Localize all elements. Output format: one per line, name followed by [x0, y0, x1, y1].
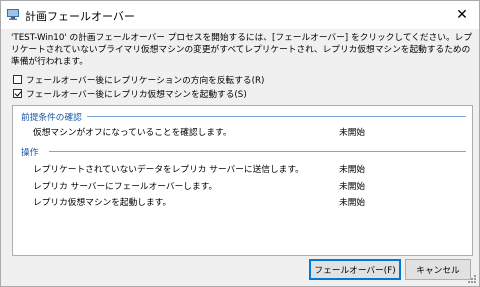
start-replica-option[interactable]: フェールオーバー後にレプリカ仮想マシンを起動する(S)	[13, 87, 247, 100]
reverse-replication-checkbox[interactable]	[13, 74, 22, 84]
resize-grip-icon[interactable]	[467, 274, 477, 284]
action-status-failover: 未開始	[339, 182, 366, 192]
action-item-failover: レプリカ サーバーにフェールオーバーします。	[33, 182, 218, 192]
prereq-status-vm-off: 未開始	[339, 128, 366, 138]
cancel-button[interactable]: キャンセル	[405, 259, 471, 280]
section-title-prerequisites: 前提条件の確認	[21, 113, 82, 123]
reverse-replication-option[interactable]: フェールオーバー後にレプリケーションの方向を反転する(R)	[13, 73, 265, 86]
close-icon: ✕	[456, 7, 468, 23]
progress-panel: 前提条件の確認 仮想マシンがオフになっていることを確認します。 未開始 操作 レ…	[12, 105, 473, 256]
start-replica-label: フェールオーバー後にレプリカ仮想マシンを起動する(S)	[26, 89, 247, 100]
start-replica-checkbox[interactable]	[13, 88, 22, 98]
close-button[interactable]: ✕	[445, 1, 479, 29]
action-item-start-vm: レプリカ仮想マシンを起動します。	[33, 198, 172, 208]
failover-dialog: 計画フェールオーバー ✕ 'TEST-Win10' の計画フェールオーバー プロ…	[0, 0, 480, 287]
prereq-item-vm-off: 仮想マシンがオフになっていることを確認します。	[33, 128, 232, 138]
hyperv-vm-icon	[7, 9, 19, 20]
action-status-start-vm: 未開始	[339, 198, 366, 208]
section-title-actions: 操作	[21, 148, 39, 158]
action-item-send-data: レプリケートされていないデータをレプリカ サーバーに送信します。	[33, 165, 304, 175]
section-divider	[87, 116, 466, 117]
title-bar: 計画フェールオーバー ✕	[1, 1, 479, 29]
action-status-send-data: 未開始	[339, 165, 366, 175]
reverse-replication-label: フェールオーバー後にレプリケーションの方向を反転する(R)	[26, 75, 265, 86]
failover-button[interactable]: フェールオーバー(F)	[309, 259, 401, 280]
description-text: 'TEST-Win10' の計画フェールオーバー プロセスを開始するには、[フェ…	[11, 33, 473, 67]
window-title: 計画フェールオーバー	[25, 10, 135, 23]
section-divider	[49, 151, 466, 152]
